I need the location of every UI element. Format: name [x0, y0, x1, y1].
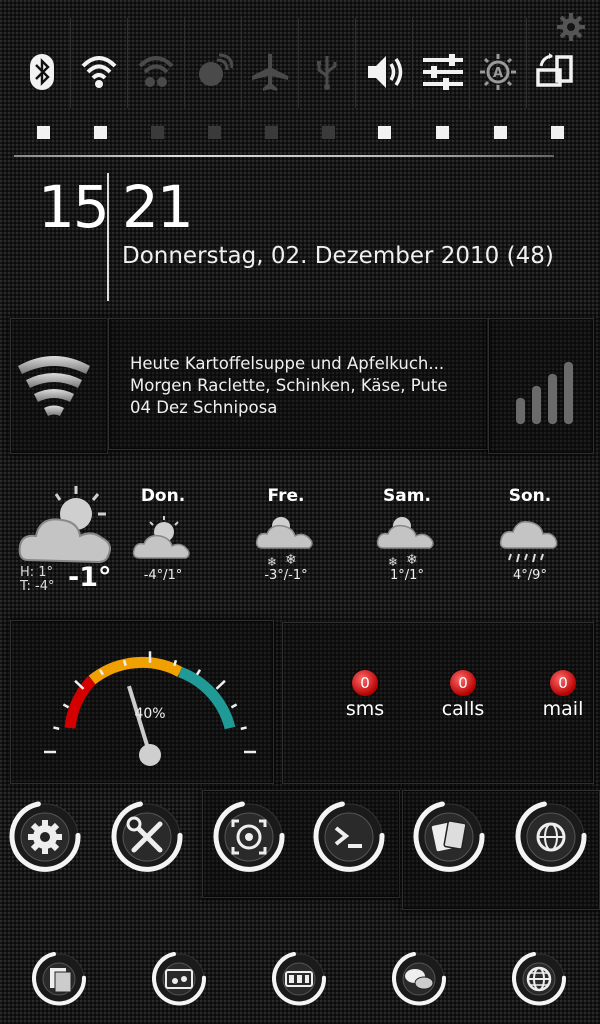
usb-icon: [317, 56, 337, 90]
toggle-airplane[interactable]: [242, 14, 299, 114]
app-files-button[interactable]: [30, 950, 88, 1008]
toggle-wifi[interactable]: [71, 14, 128, 114]
forecast-day[interactable]: Fre. ❄ ❄ -3°/-1°: [241, 486, 331, 583]
rain-icon: [499, 520, 558, 563]
toggle-indicator-bluetooth: [37, 126, 50, 139]
forecast-day[interactable]: Don. -4°/1°: [118, 486, 208, 583]
wifi-icon: [81, 56, 117, 88]
forecast-day[interactable]: Son. 4°/9°: [485, 486, 575, 583]
toggle-sound[interactable]: [356, 14, 413, 114]
cards-icon: [431, 820, 467, 852]
menu-line-today: Heute Kartoffelsuppe und Apfelkuch...: [130, 354, 445, 373]
toggle-bluetooth[interactable]: [14, 14, 71, 114]
svg-text:❄: ❄: [406, 552, 418, 568]
forecast-day-name: Fre.: [267, 486, 305, 506]
battery-percent: 40%: [134, 706, 165, 722]
menu-list[interactable]: Heute Kartoffelsuppe und Apfelkuch... Mo…: [130, 353, 447, 419]
clock-hour: 15: [38, 173, 110, 241]
toggle-indicator-settings: [436, 126, 449, 139]
divider-line: [14, 155, 554, 157]
sun-cloud-icon: [18, 486, 111, 564]
weather-low: T: -4°: [20, 579, 55, 594]
sms-badge: 0: [352, 670, 378, 696]
toggle-indicator-data: [151, 126, 164, 139]
sms-label: sms: [345, 698, 385, 720]
svg-text:❄: ❄: [388, 555, 398, 569]
app-browser-globe-button[interactable]: [510, 950, 568, 1008]
app-terminal-button[interactable]: [312, 800, 386, 874]
app-chat-button[interactable]: [390, 950, 448, 1008]
calls-badge: 0: [450, 670, 476, 696]
screen-rotate-icon: [536, 53, 573, 87]
toggle-gps[interactable]: [185, 14, 242, 114]
forecast-temp: 1°/1°: [390, 568, 424, 583]
toggle-indicator-airplane: [265, 126, 278, 139]
menu-line-tomorrow: Morgen Raclette, Schinken, Käse, Pute: [130, 376, 448, 395]
weather-today[interactable]: [18, 484, 118, 572]
app-tools-button[interactable]: [110, 800, 184, 874]
mobile-data-icon: [138, 56, 174, 87]
clock-separator: [107, 173, 109, 301]
app-globe-button[interactable]: [514, 800, 588, 874]
calls-counter[interactable]: 0 calls: [418, 670, 508, 720]
app-cards-button[interactable]: [412, 800, 486, 874]
cell-signal-icon: [512, 360, 592, 434]
toggle-indicator-sound: [378, 126, 391, 139]
toggle-indicator-gps: [208, 126, 221, 139]
mail-label: mail: [542, 698, 584, 720]
gear-icon[interactable]: [556, 12, 586, 46]
snow-sun-icon: ❄ ❄: [255, 517, 313, 569]
toggle-usb[interactable]: [299, 14, 356, 114]
forecast-temp: -3°/-1°: [264, 568, 308, 583]
svg-text:❄: ❄: [285, 552, 297, 568]
battery-gauge[interactable]: 40%: [40, 640, 260, 774]
toggle-brightness[interactable]: A: [470, 14, 527, 114]
svg-text:❄: ❄: [267, 555, 277, 569]
calls-label: calls: [441, 698, 485, 720]
toggle-indicator-brightness: [494, 126, 507, 139]
volume-icon: [368, 56, 403, 88]
weather-today-range: H: 1° T: -4°: [20, 566, 55, 594]
partly-cloudy-icon: [132, 516, 190, 559]
mail-counter[interactable]: 0 mail: [518, 670, 600, 720]
toggle-indicator-usb: [322, 126, 335, 139]
airplane-icon: [252, 54, 288, 91]
forecast-day-name: Son.: [508, 486, 552, 506]
satellite-icon: [199, 53, 233, 86]
svg-text:A: A: [493, 66, 503, 81]
app-settings-gear-button[interactable]: [8, 800, 82, 874]
toggle-bar: A: [14, 14, 586, 124]
app-calculator-button[interactable]: [270, 950, 328, 1008]
mail-badge: 0: [550, 670, 576, 696]
toggle-settings[interactable]: [413, 14, 470, 114]
clock-date: Donnerstag, 02. Dezember 2010 (48): [122, 243, 554, 269]
menu-line-dec04: 04 Dez Schniposa: [130, 398, 278, 417]
clock-minute: 21: [122, 173, 194, 241]
clock-widget[interactable]: 15 21 Donnerstag, 02. Dezember 2010 (48): [16, 165, 586, 305]
settings-gear-icon: [28, 820, 62, 854]
wifi-signal-icon: [16, 350, 92, 430]
weather-current-temp: -1°: [68, 562, 112, 593]
forecast-day-name: Sam.: [383, 486, 431, 506]
app-camera-button[interactable]: [212, 800, 286, 874]
app-music-button[interactable]: [150, 950, 208, 1008]
forecast-day[interactable]: Sam. ❄ ❄ 1°/1°: [362, 486, 452, 583]
brightness-auto-icon: A: [480, 54, 516, 90]
sms-counter[interactable]: 0 sms: [320, 670, 410, 720]
weather-high: H: 1°: [20, 565, 54, 580]
toggle-data[interactable]: [128, 14, 185, 114]
forecast-temp: -4°/1°: [143, 568, 183, 583]
toggle-indicator-rotate: [551, 126, 564, 139]
toggle-indicator-wifi: [94, 126, 107, 139]
forecast-day-name: Don.: [140, 486, 186, 506]
bluetooth-icon: [30, 54, 54, 90]
sliders-icon: [423, 54, 463, 90]
forecast-temp: 4°/9°: [513, 568, 547, 583]
snow-sun-icon: ❄ ❄: [376, 517, 434, 569]
